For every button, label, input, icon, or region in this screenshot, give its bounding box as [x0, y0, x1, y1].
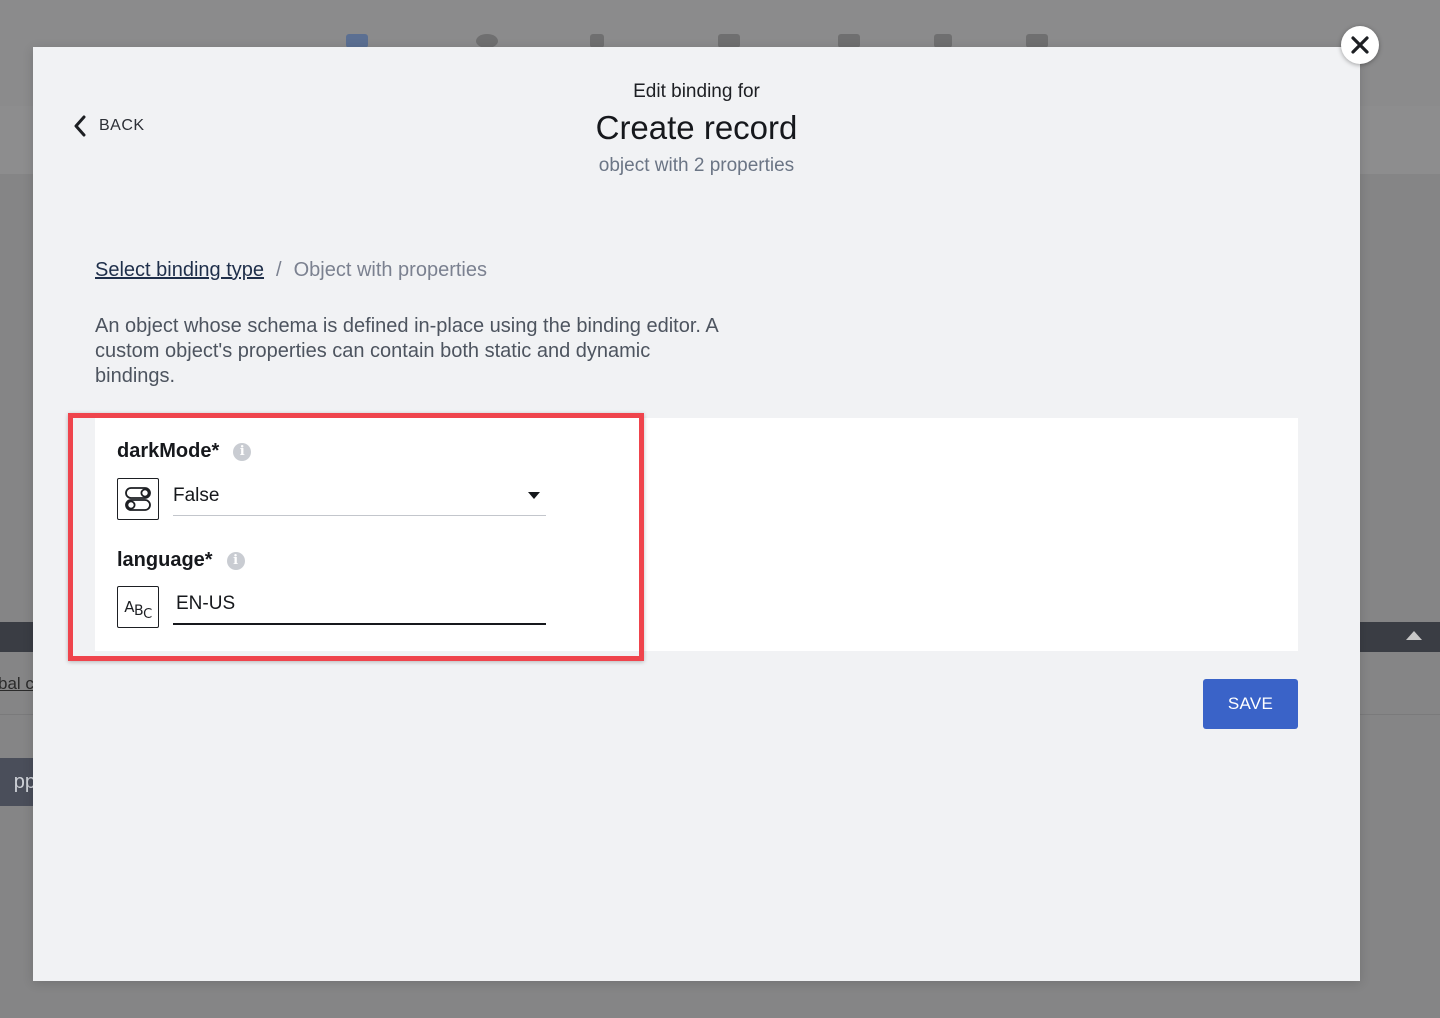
document-icon	[934, 34, 952, 48]
language-input[interactable]	[173, 585, 546, 625]
grid-icon	[346, 34, 368, 48]
page-title: Create record	[595, 109, 798, 146]
caret-down-icon	[528, 492, 540, 499]
breadcrumb-separator: /	[276, 259, 282, 281]
binding-description: An object whose schema is defined in-pla…	[95, 315, 718, 387]
binding-type-toggle-button[interactable]	[117, 478, 159, 520]
properties-panel: darkMode* i False language* i ABC	[95, 418, 1298, 651]
folder-icon	[838, 34, 860, 48]
darkmode-label: darkMode*	[117, 440, 220, 462]
abc-text-icon: ABC	[124, 598, 152, 622]
darkmode-select-value: False	[173, 484, 220, 506]
header-pre-title: Edit binding for	[633, 81, 760, 102]
edit-binding-modal: BACK Edit binding for Create record obje…	[33, 47, 1360, 981]
binding-type-text-button[interactable]: ABC	[117, 586, 159, 628]
background-global-link: bal c	[0, 674, 34, 693]
breadcrumb-select-binding-type[interactable]: Select binding type	[95, 259, 264, 282]
list-icon	[718, 34, 740, 48]
darkmode-select[interactable]: False	[173, 476, 546, 516]
breadcrumb: Select binding type / Object with proper…	[95, 259, 487, 282]
toggle-icon	[125, 487, 151, 511]
save-button[interactable]: SAVE	[1203, 679, 1298, 729]
breadcrumb-current: Object with properties	[293, 259, 487, 281]
info-icon[interactable]: i	[226, 551, 245, 570]
property-label-language: language* i	[117, 549, 245, 572]
message-icon	[1026, 34, 1048, 48]
modal-header: Edit binding for Create record object wi…	[33, 81, 1360, 177]
close-button[interactable]	[1341, 26, 1379, 64]
collapse-up-icon	[1406, 631, 1422, 640]
pin-icon	[590, 34, 604, 48]
info-icon[interactable]: i	[233, 442, 252, 461]
property-label-darkmode: darkMode* i	[117, 440, 252, 463]
upload-icon	[476, 34, 498, 48]
header-subtitle: object with 2 properties	[598, 155, 795, 176]
close-icon	[1351, 36, 1369, 54]
language-label: language*	[117, 549, 213, 571]
